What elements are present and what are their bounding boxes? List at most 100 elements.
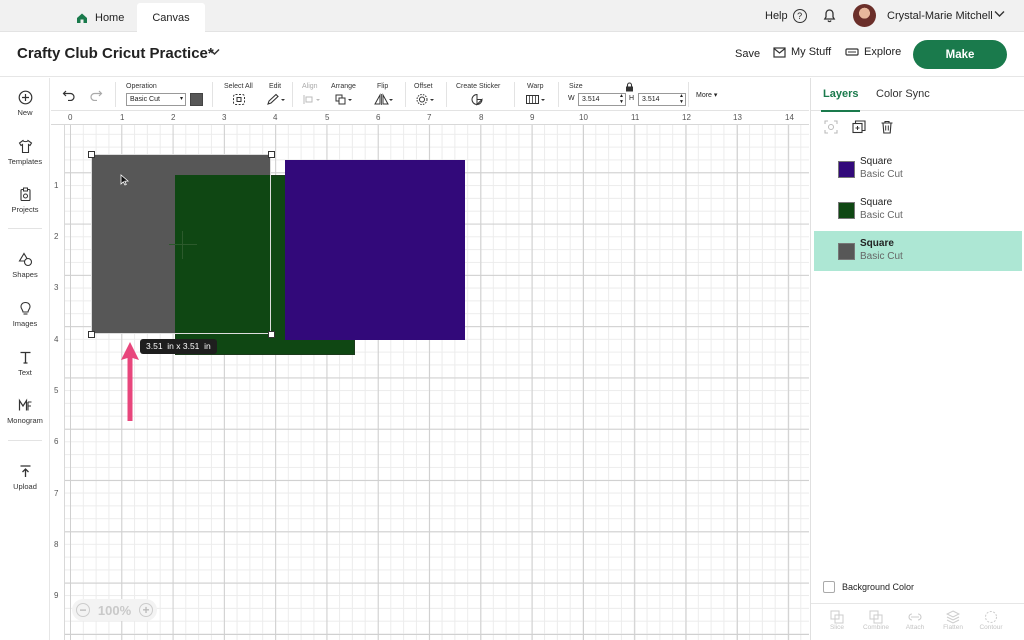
- flatten-button[interactable]: Flatten: [935, 610, 971, 631]
- sidebar-item-monogram[interactable]: Monogram: [0, 398, 50, 425]
- redo-icon[interactable]: [89, 89, 103, 101]
- make-button[interactable]: Make: [913, 40, 1007, 69]
- tab-canvas[interactable]: Canvas: [137, 3, 205, 32]
- resize-handle[interactable]: [268, 151, 275, 158]
- sidebar-item-images[interactable]: Images: [0, 301, 50, 328]
- projects-icon: [19, 187, 31, 202]
- ruler-x-label: 7: [427, 113, 432, 122]
- ruler-x-label: 12: [682, 113, 691, 122]
- slice-button[interactable]: Slice: [819, 610, 855, 631]
- chevron-down-icon[interactable]: [994, 10, 1005, 18]
- operation-select[interactable]: Basic Cut ▾: [126, 93, 186, 106]
- ruler-x-label: 5: [325, 113, 330, 122]
- layer-row-purple-square[interactable]: Square Basic Cut: [814, 149, 1022, 189]
- sticker-icon[interactable]: [469, 93, 485, 106]
- combine-label: Combine: [862, 624, 889, 631]
- user-name[interactable]: Crystal-Marie Mitchell: [887, 10, 993, 22]
- attach-button[interactable]: Attach: [897, 610, 933, 631]
- flatten-label: Flatten: [943, 624, 963, 631]
- layer-color-swatch[interactable]: [838, 161, 855, 178]
- sidebar-item-projects[interactable]: Projects: [0, 187, 50, 214]
- duplicate-icon[interactable]: [852, 120, 866, 134]
- width-label: W: [568, 95, 575, 102]
- green-square-overlap[interactable]: [175, 175, 271, 334]
- edit-label: Edit: [269, 83, 282, 90]
- zoom-in-button[interactable]: +: [139, 603, 153, 617]
- tab-home[interactable]: Home: [76, 3, 124, 32]
- contour-button[interactable]: Contour: [973, 610, 1009, 631]
- height-input[interactable]: 3.514 ▲ ▼: [638, 93, 686, 106]
- layer-operation: Basic Cut: [860, 169, 903, 180]
- chevron-down-icon[interactable]: [209, 48, 220, 56]
- help-button[interactable]: Help ?: [765, 9, 807, 23]
- sidebar-label-projects: Projects: [11, 205, 39, 214]
- layer-name: Square: [860, 238, 894, 249]
- avatar[interactable]: [853, 4, 876, 27]
- ruler-y-label: 9: [54, 591, 59, 600]
- undo-icon[interactable]: [62, 89, 76, 101]
- layer-name: Square: [860, 156, 893, 167]
- design-canvas[interactable]: 0 1 2 3 4 5 6 7 8 9 10 11 12 13 14 1 2 3…: [51, 111, 809, 640]
- operation-color-swatch[interactable]: [190, 93, 203, 106]
- width-input[interactable]: 3.514 ▲ ▼: [578, 93, 626, 106]
- plus-circle-icon: [18, 90, 32, 105]
- save-button[interactable]: Save: [735, 48, 760, 60]
- trash-icon[interactable]: [880, 120, 894, 134]
- background-color-checkbox[interactable]: [823, 581, 835, 593]
- more-menu-button[interactable]: More ▾: [696, 91, 717, 99]
- toolbar-divider: [688, 82, 689, 107]
- spinner-icon[interactable]: ▲ ▼: [619, 93, 624, 105]
- select-all-icon[interactable]: [232, 93, 246, 106]
- toolbar-divider: [212, 82, 213, 107]
- ruler-x-label: 9: [530, 113, 535, 122]
- arrange-icon[interactable]: [334, 93, 354, 106]
- resize-handle[interactable]: [88, 331, 95, 338]
- layer-row-green-square[interactable]: Square Basic Cut: [814, 190, 1022, 230]
- group-icon[interactable]: [824, 120, 838, 134]
- ruler-x-label: 10: [579, 113, 588, 122]
- combine-button[interactable]: Combine: [858, 610, 894, 631]
- my-stuff-button[interactable]: My Stuff: [773, 46, 831, 58]
- background-color-toggle[interactable]: Background Color: [823, 581, 914, 593]
- dimension-tooltip: 3.51 in x 3.51 in: [140, 339, 217, 354]
- project-title[interactable]: Crafty Club Cricut Practice*: [17, 45, 214, 62]
- machine-icon: [845, 47, 859, 57]
- ruler-x-label: 3: [222, 113, 227, 122]
- explore-button[interactable]: Explore: [845, 46, 901, 58]
- sidebar-item-shapes[interactable]: Shapes: [0, 252, 50, 279]
- purple-square-shape[interactable]: [285, 160, 465, 340]
- offset-icon[interactable]: [415, 93, 437, 106]
- caret-down-icon: ▾: [713, 92, 718, 99]
- my-stuff-label: My Stuff: [791, 46, 832, 58]
- layer-row-gray-square[interactable]: Square Basic Cut: [814, 231, 1022, 271]
- toolbar-divider: [446, 82, 447, 107]
- ruler-x-label: 11: [631, 113, 640, 122]
- layer-color-swatch[interactable]: [838, 202, 855, 219]
- warp-icon[interactable]: [525, 93, 547, 106]
- layer-color-swatch[interactable]: [838, 243, 855, 260]
- tab-color-sync[interactable]: Color Sync: [876, 88, 930, 100]
- ruler-y-label: 5: [54, 386, 59, 395]
- resize-handle[interactable]: [268, 331, 275, 338]
- sidebar-item-new[interactable]: New: [0, 90, 50, 117]
- sidebar-label-images: Images: [12, 319, 38, 328]
- edit-toolbar: Operation Basic Cut ▾ Select All Edit Al…: [51, 78, 809, 111]
- sidebar-label-upload: Upload: [13, 482, 37, 491]
- lock-icon[interactable]: [625, 82, 634, 92]
- caret-down-icon: ▾: [179, 96, 183, 102]
- bell-icon[interactable]: [822, 8, 837, 23]
- tab-layers[interactable]: Layers: [820, 88, 862, 112]
- sidebar-item-text[interactable]: Text: [0, 350, 50, 377]
- ruler-x-label: 1: [120, 113, 125, 122]
- flip-icon[interactable]: [373, 93, 395, 106]
- sidebar-item-templates[interactable]: Templates: [0, 139, 50, 166]
- pencil-icon[interactable]: [266, 93, 286, 106]
- help-label: Help: [765, 10, 788, 22]
- zoom-out-button[interactable]: −: [76, 603, 90, 617]
- resize-handle[interactable]: [88, 151, 95, 158]
- shirt-icon: [18, 139, 32, 154]
- home-icon: [76, 12, 88, 24]
- align-icon[interactable]: [302, 93, 322, 106]
- sidebar-item-upload[interactable]: Upload: [0, 464, 50, 491]
- spinner-icon[interactable]: ▲ ▼: [679, 93, 684, 105]
